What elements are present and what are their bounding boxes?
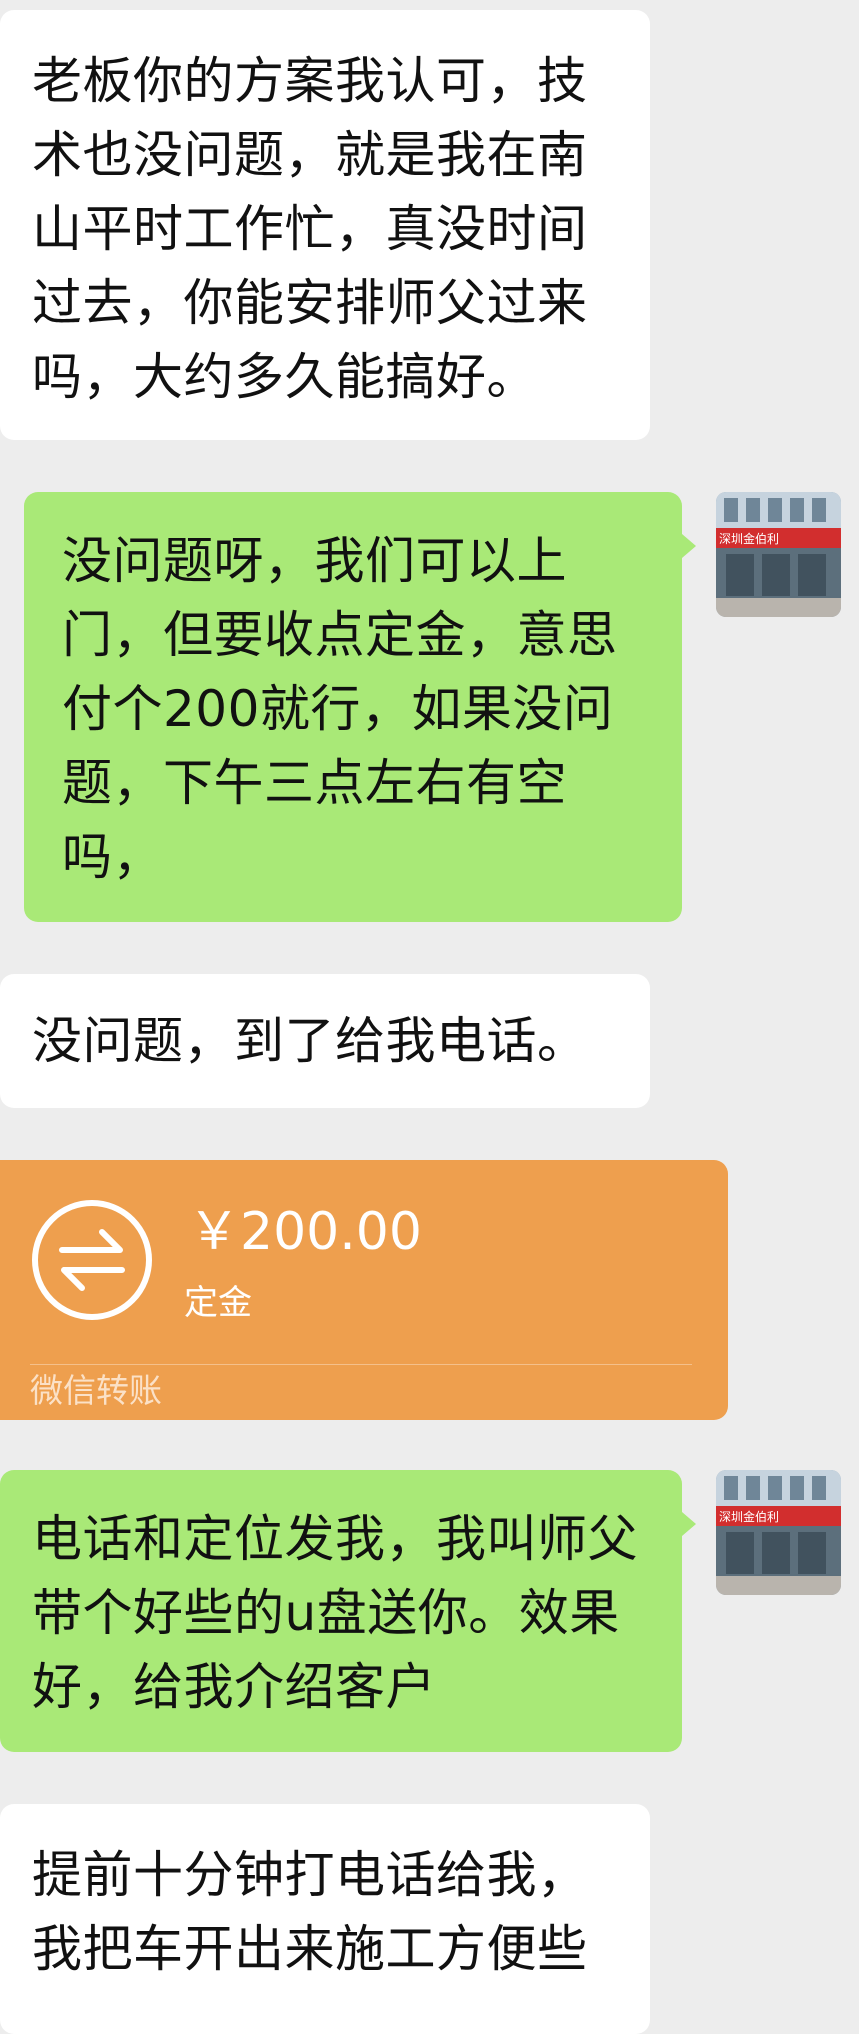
message-text: 没问题，到了给我电话。 <box>32 1012 588 1070</box>
incoming-message[interactable]: 没问题，到了给我电话。 <box>0 974 650 1108</box>
message-text: 电话和定位发我，我叫师父带个好些的u盘送你。效果好，给我介绍客户 <box>32 1510 638 1716</box>
transfer-amount: ￥200.00 <box>188 1202 422 1262</box>
avatar-sign-text: 深圳金伯利 <box>719 531 779 546</box>
outgoing-message[interactable]: 没问题呀，我们可以上门，但要收点定金，意思付个200就行，如果没问题，下午三点左… <box>24 492 696 922</box>
incoming-message[interactable]: 老板你的方案我认可，技术也没问题，就是我在南山平时工作忙，真没时间过去，你能安排… <box>0 10 650 440</box>
avatar-sign-text: 深圳金伯利 <box>719 1509 779 1524</box>
storefront-avatar: 深圳金伯利 <box>716 492 841 617</box>
avatar[interactable]: 深圳金伯利 <box>716 492 841 617</box>
transfer-divider <box>30 1364 692 1365</box>
transfer-footer: 微信转账 <box>30 1371 162 1410</box>
message-text: 老板你的方案我认可，技术也没问题，就是我在南山平时工作忙，真没时间过去，你能安排… <box>32 52 588 406</box>
wechat-transfer-card[interactable]: ￥200.00 定金 微信转账 <box>0 1160 728 1420</box>
storefront-avatar: 深圳金伯利 <box>716 1470 841 1595</box>
message-text: 提前十分钟打电话给我，我把车开出来施工方便些 <box>32 1846 588 1978</box>
avatar[interactable]: 深圳金伯利 <box>716 1470 841 1595</box>
transfer-arrows-icon <box>32 1200 152 1320</box>
bubble-tail <box>682 534 696 558</box>
bubble-tail <box>682 1512 696 1536</box>
outgoing-message[interactable]: 电话和定位发我，我叫师父带个好些的u盘送你。效果好，给我介绍客户 <box>0 1470 696 1752</box>
transfer-note: 定金 <box>184 1283 252 1323</box>
message-text: 没问题呀，我们可以上门，但要收点定金，意思付个200就行，如果没问题，下午三点左… <box>62 532 618 886</box>
incoming-message[interactable]: 提前十分钟打电话给我，我把车开出来施工方便些 <box>0 1804 650 2034</box>
